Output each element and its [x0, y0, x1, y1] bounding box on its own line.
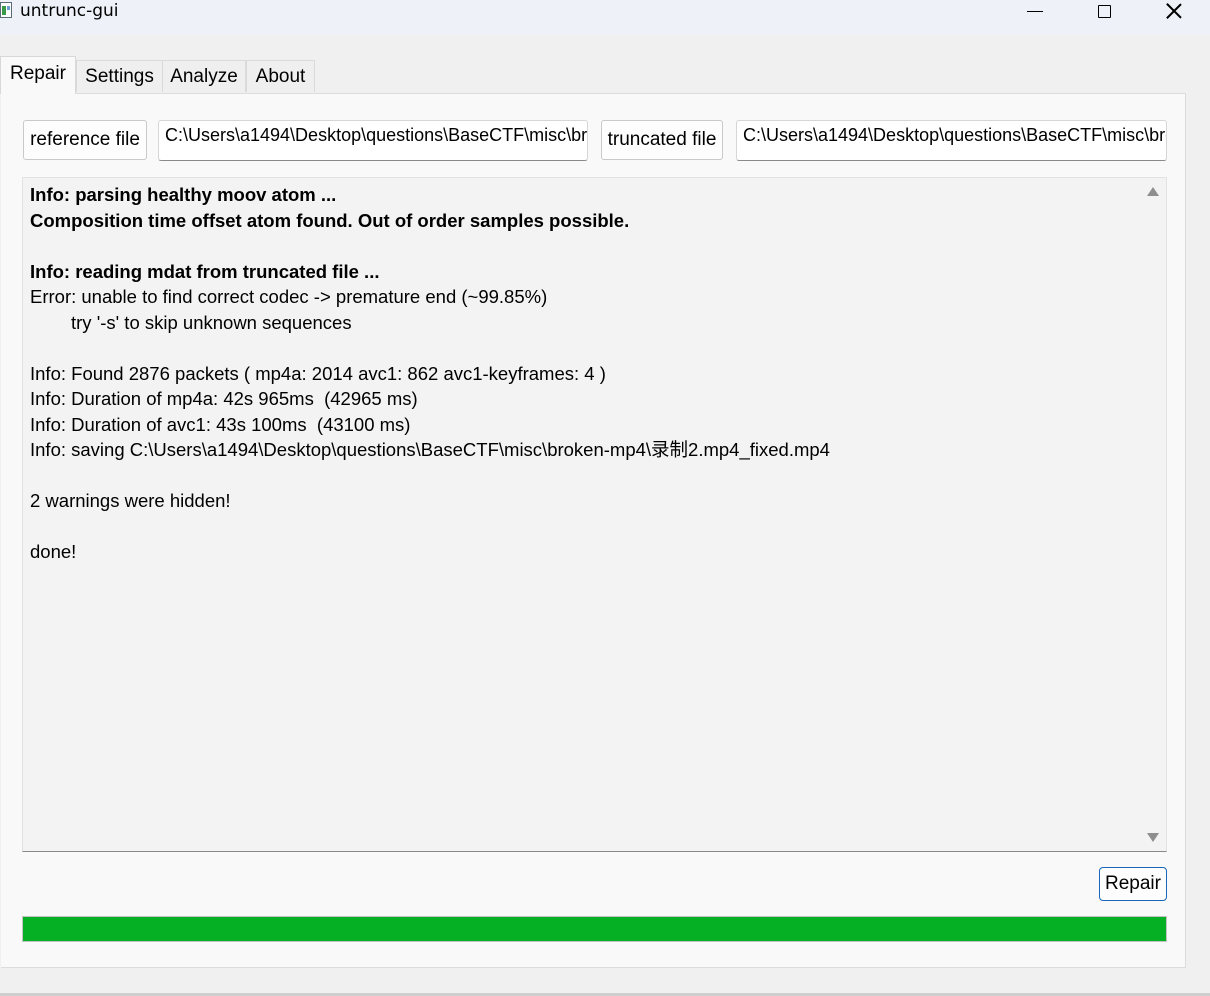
maximize-button[interactable]: [1081, 0, 1127, 22]
minimize-button[interactable]: [1012, 0, 1058, 22]
title-bar: untrunc-gui: [0, 0, 1210, 34]
log-line: Composition time offset atom found. Out …: [30, 209, 630, 231]
log-line: Error: unable to find correct codec -> p…: [30, 286, 548, 307]
reference-file-button[interactable]: reference file: [23, 120, 147, 160]
log-line: Info: Found 2876 packets ( mp4a: 2014 av…: [30, 362, 606, 384]
close-icon: [1165, 2, 1183, 20]
progress-bar: [22, 916, 1167, 942]
log-output[interactable]: Info: parsing healthy moov atom ... Compo…: [22, 177, 1167, 852]
minimize-icon: [1027, 10, 1043, 12]
log-line: Info: Duration of avc1: 43s 100ms (43100…: [30, 413, 411, 435]
log-line: try '-s' to skip unknown sequences: [71, 311, 352, 333]
scroll-down-arrow-icon[interactable]: [1147, 833, 1159, 842]
log-line: 2 warnings were hidden!: [30, 490, 231, 511]
repair-panel: reference file C:\Users\a1494\Desktop\qu…: [1, 93, 1186, 968]
truncated-file-path-field[interactable]: C:\Users\a1494\Desktop\questions\BaseCTF…: [736, 120, 1167, 161]
log-line: done!: [30, 541, 77, 562]
log-scrollbar[interactable]: [1141, 178, 1166, 851]
log-text: Info: parsing healthy moov atom ... Compo…: [30, 182, 1140, 565]
close-button[interactable]: [1151, 0, 1197, 22]
repair-button[interactable]: Repair: [1099, 867, 1167, 901]
tab-repair[interactable]: Repair: [0, 56, 76, 94]
app-icon: [0, 2, 12, 18]
scroll-up-arrow-icon[interactable]: [1147, 187, 1159, 196]
log-line: Info: parsing healthy moov atom ...: [30, 184, 337, 205]
truncated-file-button[interactable]: truncated file: [601, 120, 723, 160]
maximize-icon: [1097, 4, 1111, 18]
tab-about[interactable]: About: [246, 60, 315, 92]
log-line: Info: reading mdat from truncated file .…: [30, 260, 380, 282]
progress-bar-fill: [23, 917, 1166, 941]
log-line: Info: Duration of mp4a: 42s 965ms (42965…: [30, 388, 418, 409]
reference-file-path-field[interactable]: C:\Users\a1494\Desktop\questions\BaseCTF…: [158, 120, 588, 161]
log-line: Info: saving C:\Users\a1494\Desktop\ques…: [30, 439, 830, 460]
tab-analyze[interactable]: Analyze: [162, 60, 246, 92]
window-title: untrunc-gui: [20, 1, 119, 21]
tab-settings[interactable]: Settings: [76, 60, 163, 92]
